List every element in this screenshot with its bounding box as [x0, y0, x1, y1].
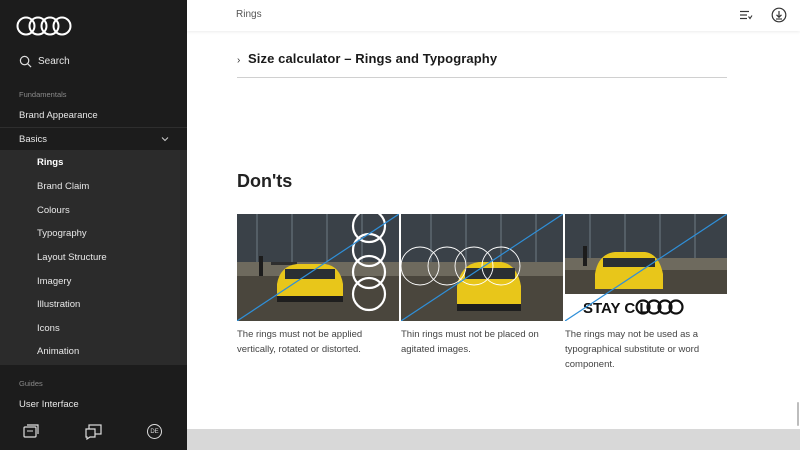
scrollbar-thumb[interactable] — [797, 402, 799, 426]
chevron-down-icon — [161, 137, 169, 142]
sidebar-item-brand-claim[interactable]: Brand Claim — [0, 175, 187, 198]
size-calculator-accordion[interactable]: › Size calculator – Rings and Typography — [237, 50, 727, 78]
chevron-right-icon: › — [237, 55, 241, 66]
sidebar-item-layout-structure[interactable]: Layout Structure — [0, 246, 187, 269]
card-caption: The rings may not be used as a typograph… — [565, 329, 700, 370]
card-caption: Thin rings must not be placed on agitate… — [401, 329, 539, 355]
section-label-guides: Guides — [19, 379, 43, 388]
section-title: Don'ts — [237, 171, 293, 191]
sidebar-item-imagery[interactable]: Imagery — [0, 270, 187, 293]
sidebar-item-user-interface[interactable]: User Interface — [0, 393, 187, 416]
sidebar-bottom-bar: DE — [0, 414, 187, 450]
download-icon[interactable] — [771, 7, 787, 23]
dont-image-vertical-rings — [237, 214, 399, 321]
breadcrumb[interactable]: Rings — [236, 9, 262, 20]
sidebar-item-label: Layout Structure — [37, 252, 107, 263]
table-of-contents-icon[interactable] — [739, 8, 753, 22]
sidebar-item-label: User Interface — [19, 399, 79, 410]
accordion-title: Size calculator – Rings and Typography — [248, 51, 498, 66]
sidebar-item-label: Animation — [37, 346, 80, 357]
sidebar-item-label: Typography — [37, 228, 87, 239]
sidebar-item-label: Brand Appearance — [19, 110, 98, 121]
language-switch-button[interactable]: DE — [147, 424, 162, 439]
sidebar-item-label: Imagery — [37, 276, 72, 287]
search-label: Search — [38, 56, 70, 67]
sidebar-item-typography[interactable]: Typography — [0, 222, 187, 245]
sidebar-item-animation[interactable]: Animation — [0, 340, 187, 363]
dont-image-thin-rings — [401, 214, 563, 321]
sidebar-item-illustration[interactable]: Illustration — [0, 293, 187, 316]
sidebar-item-label: Icons — [37, 323, 60, 334]
card-caption: The rings must not be applied vertically… — [237, 329, 363, 355]
sidebar-item-rings[interactable]: Rings — [0, 151, 187, 174]
sidebar-item-label: Illustration — [37, 299, 81, 310]
download-files-icon[interactable] — [21, 422, 41, 440]
search-icon — [19, 55, 32, 68]
sidebar-item-brand-appearance[interactable]: Brand Appearance — [0, 104, 187, 127]
sidebar-item-label: Rings — [37, 157, 64, 168]
sidebar-item-label: Basics — [19, 134, 47, 145]
search-button[interactable]: Search — [19, 55, 70, 68]
footer-strip — [187, 429, 800, 450]
top-bar: Rings — [187, 0, 800, 31]
sidebar-item-icons[interactable]: Icons — [0, 317, 187, 340]
audi-rings-logo[interactable] — [16, 15, 72, 37]
section-label-fundamentals: Fundamentals — [19, 90, 67, 99]
sidebar-item-colours[interactable]: Colours — [0, 199, 187, 222]
sidebar-item-label: Colours — [37, 205, 70, 216]
dont-image-typographic-substitute: STAY C L — [565, 214, 727, 321]
sidebar-item-basics[interactable]: Basics — [0, 128, 187, 151]
sidebar: Search Fundamentals Brand Appearance Bas… — [0, 0, 187, 450]
sidebar-item-label: Brand Claim — [37, 181, 90, 192]
feedback-icon[interactable] — [84, 422, 104, 440]
